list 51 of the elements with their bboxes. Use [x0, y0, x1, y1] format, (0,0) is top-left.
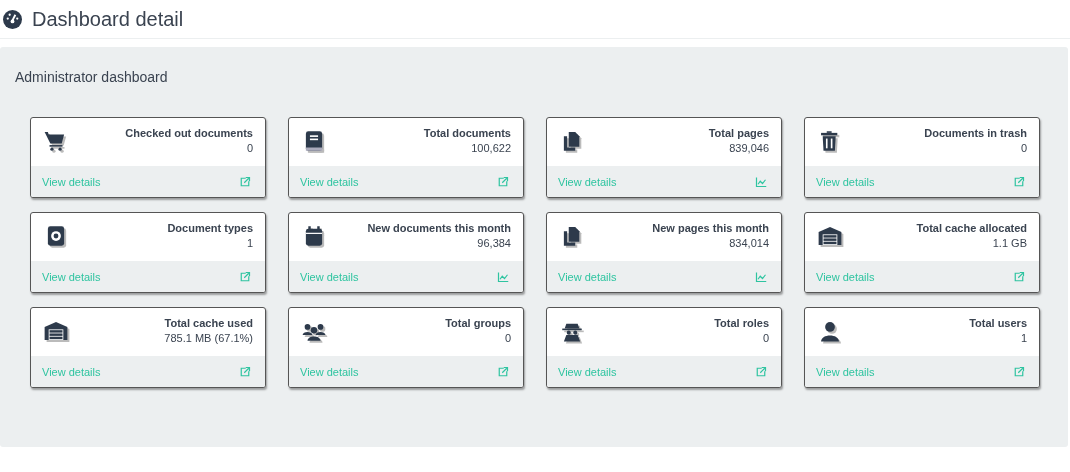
external-link-icon[interactable]	[239, 365, 251, 378]
page-title: Dashboard detail	[32, 7, 184, 31]
stat-value: 0	[761, 332, 769, 344]
stat-label: Total cache used	[164, 317, 253, 329]
external-link-icon[interactable]	[1013, 270, 1025, 283]
stat-label: New pages this month	[652, 222, 769, 234]
stat-label: Document types	[167, 222, 253, 234]
stat-value: 839,046	[728, 142, 769, 154]
stat-label: Documents in trash	[924, 127, 1027, 139]
stat-label: Checked out documents	[125, 127, 253, 139]
external-link-icon[interactable]	[755, 365, 767, 378]
stat-label: Total documents	[423, 127, 511, 139]
stat-value: 1	[245, 237, 253, 249]
view-details-link[interactable]: View details	[558, 175, 617, 188]
external-link-icon[interactable]	[1013, 175, 1025, 188]
line-chart-icon[interactable]	[497, 270, 509, 283]
view-details-link[interactable]: View details	[300, 175, 359, 188]
external-link-icon[interactable]	[497, 175, 509, 188]
stat-value: 0	[503, 332, 511, 344]
view-details-link[interactable]: View details	[42, 175, 101, 188]
stat-label: Total users	[969, 317, 1027, 329]
stat-value: 0	[245, 142, 253, 154]
external-link-icon[interactable]	[239, 175, 251, 188]
view-details-link[interactable]: View details	[816, 365, 875, 378]
external-link-icon[interactable]	[497, 365, 509, 378]
line-chart-icon[interactable]	[755, 270, 767, 283]
view-details-link[interactable]: View details	[300, 270, 359, 283]
stat-value: 0	[1019, 142, 1027, 154]
stat-value: 834,014	[728, 237, 769, 249]
line-chart-icon[interactable]	[755, 175, 767, 188]
view-details-link[interactable]: View details	[42, 365, 101, 378]
stat-label: Total cache allocated	[916, 222, 1027, 234]
stat-value: 1.1 GB	[991, 237, 1027, 249]
stat-label: New documents this month	[367, 222, 511, 234]
stat-value: 96,384	[476, 237, 511, 249]
stat-value: 785.1 MB (67.1%)	[164, 332, 253, 344]
view-details-link[interactable]: View details	[816, 175, 875, 188]
external-link-icon[interactable]	[239, 270, 251, 283]
view-details-link[interactable]: View details	[300, 365, 359, 378]
view-details-link[interactable]: View details	[42, 270, 101, 283]
stat-value: 1	[1019, 332, 1027, 344]
view-details-link[interactable]: View details	[558, 365, 617, 378]
external-link-icon[interactable]	[1013, 365, 1025, 378]
dashboard-gauge-icon	[3, 9, 22, 29]
stat-value: 100,622	[470, 142, 511, 154]
stat-label: Total groups	[445, 317, 511, 329]
view-details-link[interactable]: View details	[816, 270, 875, 283]
stat-label: Total roles	[714, 317, 769, 329]
stat-label: Total pages	[708, 127, 769, 139]
panel-title: Administrator dashboard	[15, 69, 169, 85]
view-details-link[interactable]: View details	[558, 270, 617, 283]
